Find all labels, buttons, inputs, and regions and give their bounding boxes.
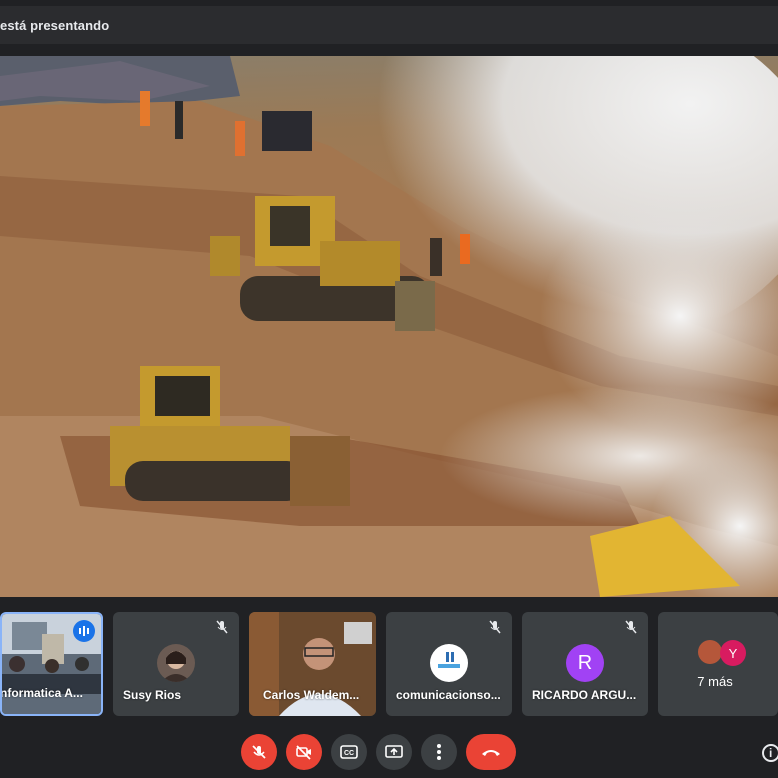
more-vert-icon [437,744,441,760]
phone-hangup-icon [482,750,500,756]
participant-tile[interactable]: R RICARDO ARGU... [522,612,648,716]
participant-name: nformatica A... [0,686,83,700]
participant-name: Carlos Waldem... [263,688,360,702]
participant-strip: nformatica A... Susy Rios Carlos Waldem.… [0,612,778,718]
participant-tile[interactable]: Susy Rios [113,612,239,716]
captions-button[interactable]: CC [331,734,367,770]
presentation-header-bar: está presentando [0,6,778,44]
avatar [157,644,195,682]
mic-toggle-button[interactable] [241,734,277,770]
meeting-info-icon[interactable]: i [762,744,778,762]
camera-off-icon [296,745,311,760]
avatar [698,640,722,664]
more-options-button[interactable] [421,734,457,770]
participant-name: comunicacionso... [396,688,501,702]
present-icon [385,745,403,758]
more-participants-tile[interactable]: Y 7 más [658,612,778,716]
participant-tile[interactable]: nformatica A... [0,612,103,716]
participant-tile[interactable]: comunicacionso... [386,612,512,716]
presenter-label: está presentando [0,17,110,33]
avatar: R [566,644,604,682]
more-participants-label: 7 más [697,674,733,689]
present-button[interactable] [376,734,412,770]
avatar: Y [720,640,746,666]
captions-icon: CC [340,745,358,759]
hang-up-button[interactable] [466,734,516,770]
avatar [430,644,468,682]
landfill-photo [0,56,778,597]
participant-name: Susy Rios [123,688,182,702]
speaking-icon [73,620,95,642]
presentation-header: está presentando [0,0,778,54]
camera-toggle-button[interactable] [286,734,322,770]
participant-tile[interactable]: Carlos Waldem... [249,612,376,716]
mic-off-icon [216,620,228,634]
participant-name: RICARDO ARGU... [532,688,637,702]
mic-off-icon [252,745,266,759]
mic-off-icon [489,620,501,634]
call-controls: CC i [0,724,778,778]
shared-screen [0,56,778,597]
svg-text:CC: CC [344,750,354,757]
mic-off-icon [625,620,637,634]
